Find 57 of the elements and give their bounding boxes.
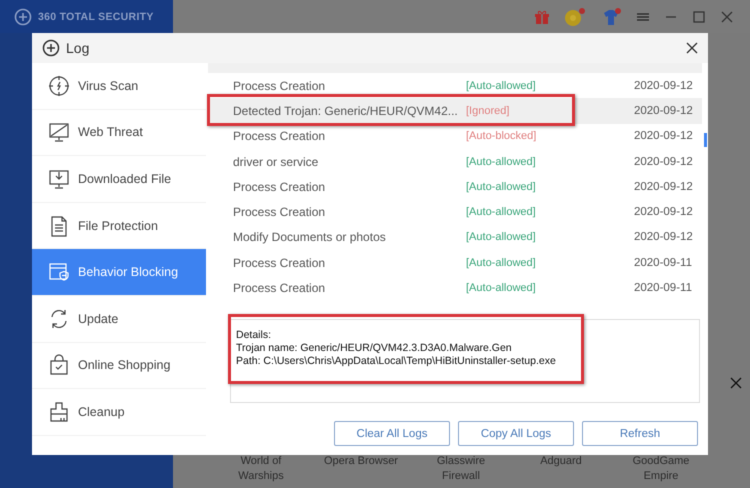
log-action-button[interactable]: Copy All Logs [458,421,574,446]
log-row[interactable]: Process Creation [Auto-allowed] 2020-09-12 [208,199,702,225]
status-label: [Auto-allowed] [466,231,537,244]
maximize-icon[interactable] [692,10,706,24]
event-date: 2020-09-12 [634,206,694,218]
event-name: Detected Trojan: Generic/HEUR/QVM42... [233,104,459,118]
close-icon[interactable] [686,42,698,54]
download-icon [48,168,70,190]
details-text: Path: C:\Users\Chris\AppData\Local\Temp\HiBitUninstaller-setup.exe [236,355,557,368]
log-action-button[interactable]: Refresh [582,421,698,446]
details-text: Details: [236,329,272,342]
shopping-bag-icon [48,354,70,376]
event-date: 2020-09-12 [634,180,694,193]
log-row[interactable]: Process Creation [Auto-allowed] 2020-09-12 [208,73,702,98]
event-name: Process Creation [233,281,326,296]
log-row[interactable]: Modify Documents or photos [Auto-allowed] 2020-09-12 [208,224,702,250]
shield-window-icon [48,261,70,284]
status-label: [Auto-allowed] [466,80,537,92]
log-row[interactable]: Process Creation [Auto-blocked] 2020-09-12 [208,124,702,149]
log-row[interactable]: Process Creation [Auto-allowed] 2020-09-11 [208,275,702,301]
status-label: [Auto-allowed] [466,206,537,218]
details-text: Trojan name: Generic/HEUR/QVM42.3.D3A0.Malware.Gen [236,342,513,355]
status-label: [Auto-allowed] [466,180,537,193]
log-row[interactable]: Process Creation [Auto-allowed] 2020-09-11 [208,250,702,276]
scan-icon [48,74,70,97]
event-name: Process Creation [233,78,326,93]
status-label: [Ignored] [466,104,510,117]
event-name: Modify Documents or photos [233,230,387,244]
event-name: driver or service [233,154,320,169]
coin-icon[interactable] [564,6,586,26]
event-date: 2020-09-12 [634,231,694,244]
status-label: [Auto-allowed] [466,256,537,269]
dialog-title: Log [66,40,90,56]
sidebar-item[interactable]: Behavior Blocking [32,249,206,296]
monitor-icon [48,121,70,144]
log-row[interactable]: Process Creation [Auto-allowed] 2020-09-12 [208,174,702,200]
status-label: [Auto-allowed] [466,282,537,294]
scrollbar[interactable] [704,133,707,147]
broom-icon [48,400,70,423]
event-date: 2020-09-12 [634,104,694,117]
event-date: 2020-09-12 [634,130,694,142]
event-name: Process Creation [233,180,326,194]
event-date: 2020-09-12 [634,80,694,92]
event-date: 2020-09-11 [634,256,693,269]
event-name: Process Creation [233,129,326,144]
event-name: Process Creation [233,256,326,270]
status-label: [Auto-blocked] [466,130,538,142]
log-row[interactable]: driver or service [Auto-allowed] 2020-09-12 [208,148,702,174]
app-title: 360 TOTAL SECURITY [38,10,154,22]
event-date: 2020-09-11 [634,282,693,294]
plus-circle-icon [14,8,32,26]
status-label: [Auto-allowed] [466,156,537,168]
event-date: 2020-09-12 [634,156,694,168]
plus-circle-icon [42,39,60,57]
event-name: Process Creation [233,205,326,220]
menu-icon[interactable] [636,10,650,22]
log-action-button[interactable]: Clear All Logs [334,421,450,446]
